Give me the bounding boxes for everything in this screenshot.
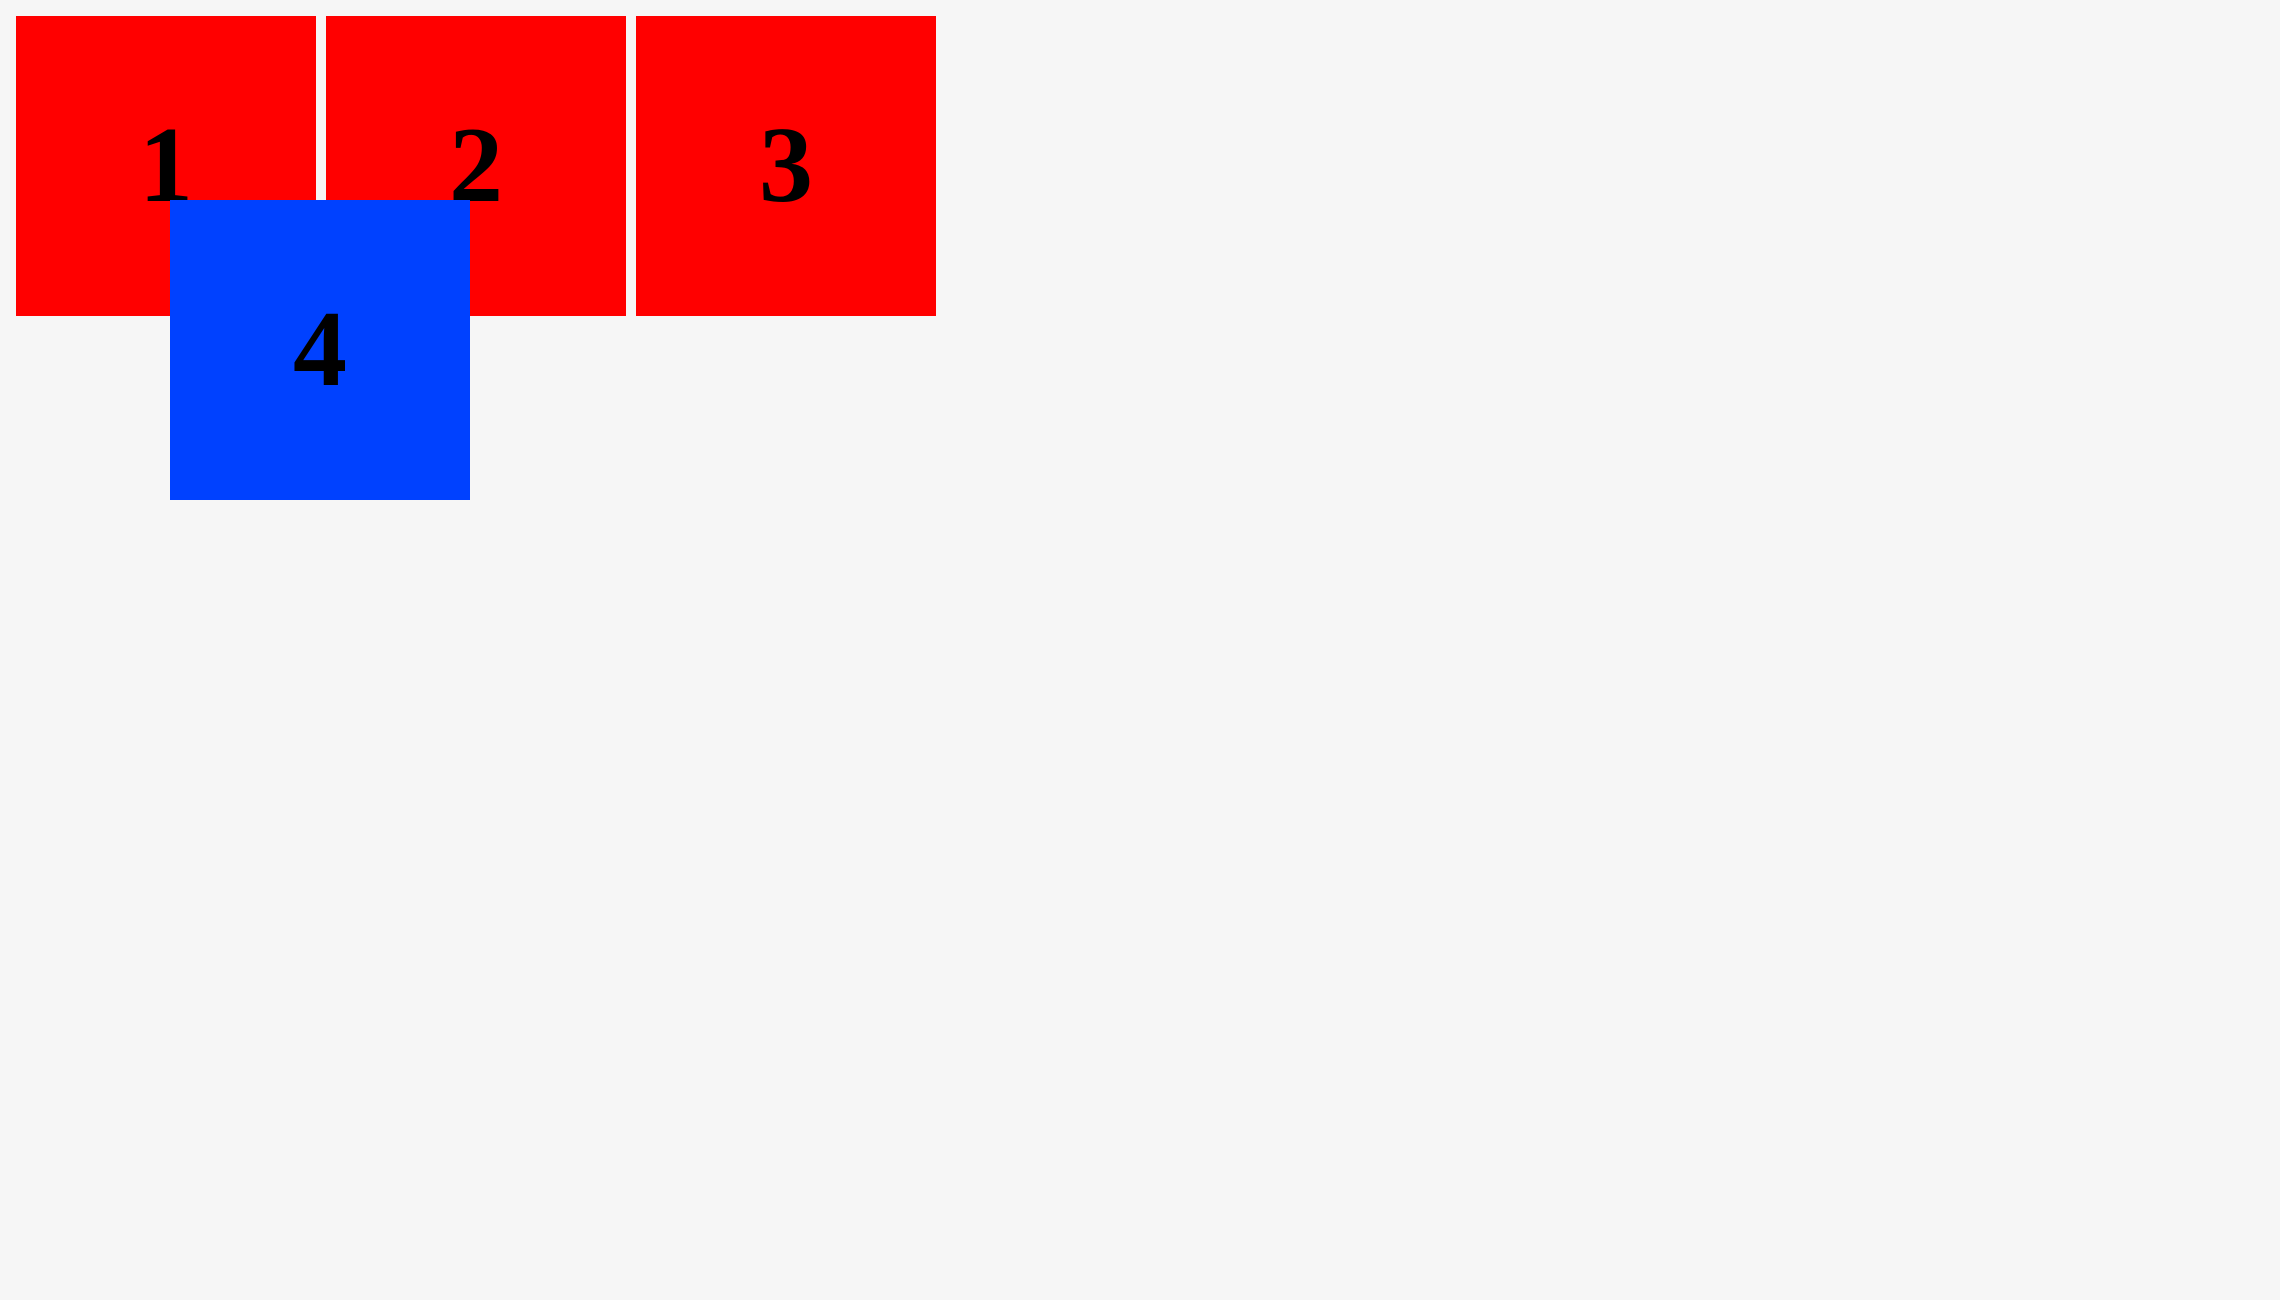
box-4: 4 [170, 200, 470, 500]
box-4-label: 4 [293, 290, 347, 409]
box-3-label: 3 [759, 106, 813, 225]
box-3: 3 [636, 16, 936, 316]
